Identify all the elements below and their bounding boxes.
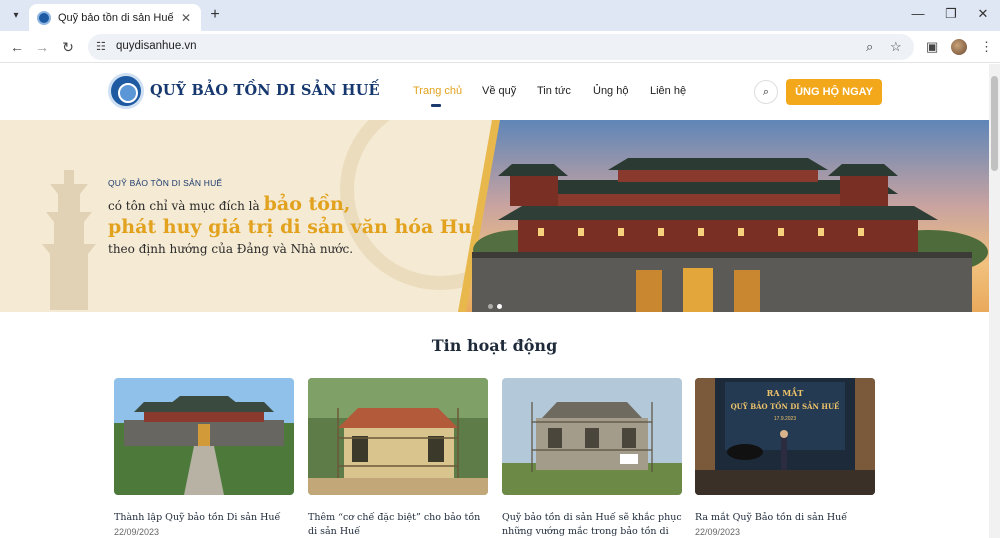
nav-item-home[interactable]: Trang chủ	[413, 85, 462, 97]
hero-tagline-line3: theo định hướng của Đảng và Nhà nước.	[108, 242, 354, 256]
pagoda-watermark-icon	[42, 170, 96, 310]
news-title[interactable]: Thành lập Quỹ bảo tồn Di sản Huế	[114, 511, 294, 525]
slider-dot-2[interactable]	[497, 304, 502, 309]
plus-icon[interactable]: +	[206, 6, 224, 24]
news-title[interactable]: Thêm “cơ chế đặc biệt” cho bảo tồn di sả…	[308, 511, 488, 538]
tab-title: Quỹ bảo tồn di sản Huế	[58, 11, 174, 24]
event-banner-date: 17.9.2023	[774, 416, 796, 422]
forward-icon[interactable]: →	[33, 38, 51, 56]
event-banner-line2: QUỸ BẢO TỒN DI SẢN HUẾ	[731, 401, 840, 411]
web-page: QUỸ BẢO TỒN DI SẢN HUẾ Trang chủ Về quỹ …	[0, 64, 989, 538]
hero-tagline-highlight: bảo tồn,	[263, 193, 351, 215]
scrollbar-thumb[interactable]	[991, 76, 998, 171]
tab-search-icon[interactable]: ▾	[6, 5, 26, 25]
news-date: 22/09/2023	[114, 527, 160, 537]
news-image-launch-event[interactable]: RA MẮT QUỸ BẢO TỒN DI SẢN HUẾ 17.9.2023	[695, 378, 875, 495]
profile-avatar[interactable]	[951, 39, 967, 55]
nav-active-indicator	[431, 104, 441, 107]
more-icon[interactable]: ⋮	[980, 39, 993, 55]
tab-strip: ▾ Quỹ bảo tồn di sản Huế ✕ + — ❐ ✕	[0, 0, 1000, 31]
site-info-icon[interactable]: ☷	[96, 40, 106, 53]
news-image-ngo-mon[interactable]	[114, 378, 294, 495]
minimize-icon[interactable]: —	[903, 6, 933, 21]
news-card[interactable]: Thêm “cơ chế đặc biệt” cho bảo tồn di sả…	[308, 378, 488, 538]
zoom-icon[interactable]: ⌕	[866, 39, 873, 55]
restore-icon[interactable]: ❐	[936, 6, 966, 22]
browser-toolbar: ← → ↻ ☷ quydisanhue.vn ⌕ ☆ ▣ ⋮	[0, 31, 1000, 63]
url-text[interactable]: quydisanhue.vn	[116, 40, 197, 52]
news-card[interactable]: Quỹ bảo tồn di sản Huế sẽ khắc phục nhữn…	[502, 378, 682, 538]
news-title[interactable]: Ra mắt Quỹ Bảo tồn di sản Huế	[695, 511, 875, 525]
news-date: 22/09/2023	[695, 527, 741, 537]
search-icon[interactable]: ⌕	[754, 80, 778, 104]
side-panel-icon[interactable]: ▣	[926, 39, 938, 55]
hero-banner: QUỸ BẢO TỒN DI SẢN HUẾ có tôn chỉ và mục…	[0, 120, 989, 312]
site-favicon-icon	[37, 10, 51, 25]
hero-tagline-intro: có tôn chỉ và mục đích là	[108, 199, 260, 213]
browser-tab[interactable]: Quỹ bảo tồn di sản Huế ✕	[29, 4, 201, 31]
hero-palace-photo	[458, 120, 989, 312]
nav-item-about[interactable]: Về quỹ	[482, 85, 516, 97]
nav-item-news[interactable]: Tin tức	[537, 85, 571, 97]
nav-item-donate[interactable]: Ủng hộ	[593, 85, 628, 97]
site-header: QUỸ BẢO TỒN DI SẢN HUẾ Trang chủ Về quỹ …	[0, 64, 989, 120]
news-card[interactable]: RA MẮT QUỸ BẢO TỒN DI SẢN HUẾ 17.9.2023 …	[695, 378, 875, 537]
address-bar[interactable]: ☷ quydisanhue.vn ⌕ ☆	[88, 34, 914, 60]
page-scrollbar[interactable]	[989, 64, 1000, 538]
hero-tagline-line2: phát huy giá trị di sản văn hóa Huế	[108, 216, 484, 238]
news-card[interactable]: Thành lập Quỹ bảo tồn Di sản Huế 22/09/2…	[114, 378, 294, 537]
section-title-news: Tin hoạt động	[431, 336, 558, 355]
slider-dot-1[interactable]	[488, 304, 493, 309]
close-window-icon[interactable]: ✕	[968, 6, 998, 22]
back-icon[interactable]: ←	[8, 38, 26, 56]
news-title[interactable]: Quỹ bảo tồn di sản Huế sẽ khắc phục nhữn…	[502, 511, 682, 538]
news-image-old-villa[interactable]	[502, 378, 682, 495]
news-image-scaffold-house[interactable]	[308, 378, 488, 495]
slider-pagination	[488, 296, 506, 312]
close-icon[interactable]: ✕	[177, 11, 195, 25]
hero-tagline-line1: có tôn chỉ và mục đích là bảo tồn,	[108, 193, 350, 215]
nav-item-contact[interactable]: Liên hệ	[650, 85, 686, 97]
reload-icon[interactable]: ↻	[59, 38, 77, 56]
star-icon[interactable]: ☆	[890, 39, 902, 55]
logo-emblem-icon[interactable]	[108, 73, 144, 109]
site-logo-text[interactable]: QUỸ BẢO TỒN DI SẢN HUẾ	[150, 82, 380, 99]
event-banner-line1: RA MẮT	[767, 388, 804, 398]
hero-subtitle: QUỸ BẢO TỒN DI SẢN HUẾ	[108, 178, 223, 188]
donate-now-button[interactable]: ỦNG HỘ NGAY	[786, 79, 882, 105]
